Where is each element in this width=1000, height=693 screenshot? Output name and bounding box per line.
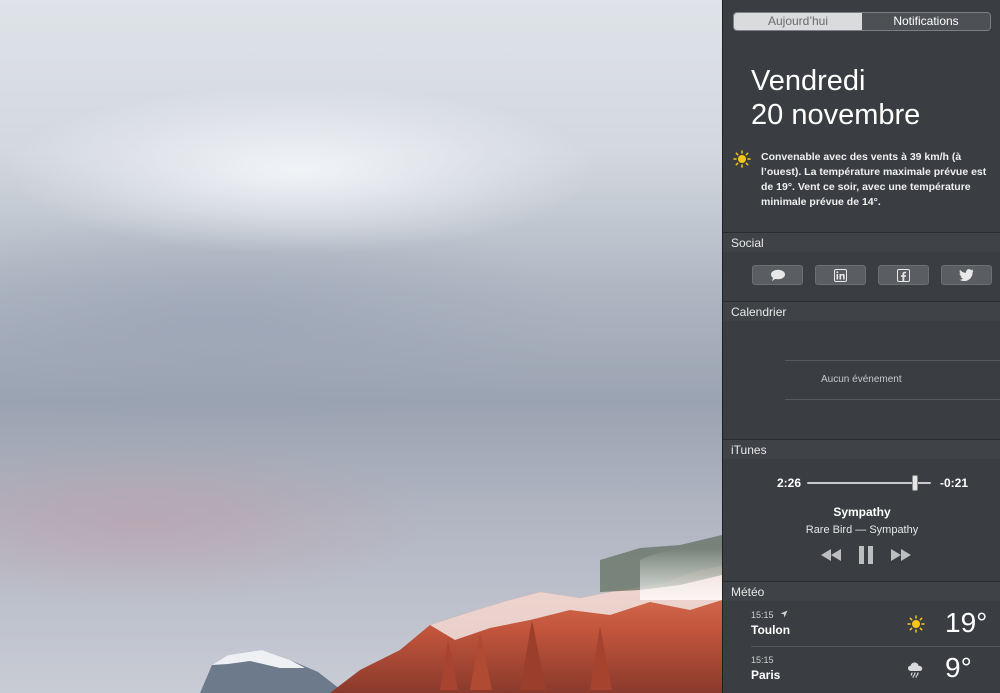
section-header-weather: Météo bbox=[723, 581, 1000, 601]
weather-row[interactable]: 15:15 Toulon 19° bbox=[723, 603, 1000, 645]
tab-today[interactable]: Aujourd’hui bbox=[734, 13, 862, 30]
weather-time: 15:15 bbox=[751, 655, 774, 665]
date-header: Vendredi 20 novembre bbox=[751, 64, 920, 132]
calendar-divider-bottom bbox=[785, 399, 1000, 400]
segmented-control: Aujourd’hui Notifications bbox=[733, 12, 991, 31]
tab-notifications[interactable]: Notifications bbox=[862, 13, 990, 30]
section-header-itunes: iTunes bbox=[723, 439, 1000, 459]
playback-controls bbox=[819, 544, 915, 566]
linkedin-icon bbox=[834, 268, 847, 282]
location-arrow-icon bbox=[780, 610, 788, 618]
twitter-icon bbox=[959, 269, 974, 281]
calendar-empty-text: Aucun événement bbox=[821, 374, 902, 385]
progress-knob[interactable] bbox=[911, 475, 918, 491]
elapsed-time: 2:26 bbox=[777, 476, 802, 490]
weather-row-divider bbox=[751, 646, 1000, 647]
pause-icon[interactable] bbox=[855, 544, 877, 566]
section-header-calendar: Calendrier bbox=[723, 301, 1000, 321]
song-title: Sympathy bbox=[833, 505, 891, 519]
weather-temperature: 9° bbox=[945, 652, 972, 683]
weather-row[interactable]: 15:15 Paris 9° bbox=[723, 648, 1000, 690]
date-label: 20 novembre bbox=[751, 99, 921, 131]
rain-cloud-icon bbox=[908, 662, 923, 678]
fast-forward-icon[interactable] bbox=[889, 544, 913, 566]
weather-summary-text: Convenable avec des vents à 39 km/h (à l… bbox=[761, 151, 987, 208]
notification-center-panel: Aujourd’hui Notifications Vendredi 20 no… bbox=[722, 0, 1000, 693]
weather-summary: Convenable avec des vents à 39 km/h (à l… bbox=[733, 150, 993, 210]
sun-icon bbox=[733, 150, 751, 168]
artist-album: Rare Bird — Sympathy bbox=[805, 524, 919, 536]
message-button[interactable] bbox=[752, 265, 803, 285]
calendar-divider-top bbox=[785, 360, 1000, 361]
weather-city: Toulon bbox=[751, 623, 791, 637]
facebook-icon bbox=[897, 268, 910, 282]
linkedin-button[interactable] bbox=[815, 265, 866, 285]
rewind-icon[interactable] bbox=[819, 544, 843, 566]
social-buttons bbox=[752, 265, 992, 285]
weather-temperature: 19° bbox=[945, 607, 988, 638]
remaining-time: -0:21 bbox=[940, 476, 969, 490]
facebook-button[interactable] bbox=[878, 265, 929, 285]
twitter-button[interactable] bbox=[941, 265, 992, 285]
section-header-social: Social bbox=[723, 232, 1000, 252]
mountain-landscape bbox=[200, 535, 722, 693]
message-icon bbox=[770, 269, 785, 281]
weather-time: 15:15 bbox=[751, 610, 774, 620]
weather-city: Paris bbox=[751, 668, 781, 682]
desktop-wallpaper bbox=[0, 0, 722, 693]
weekday-label: Vendredi bbox=[751, 65, 866, 97]
sun-icon bbox=[907, 615, 925, 633]
